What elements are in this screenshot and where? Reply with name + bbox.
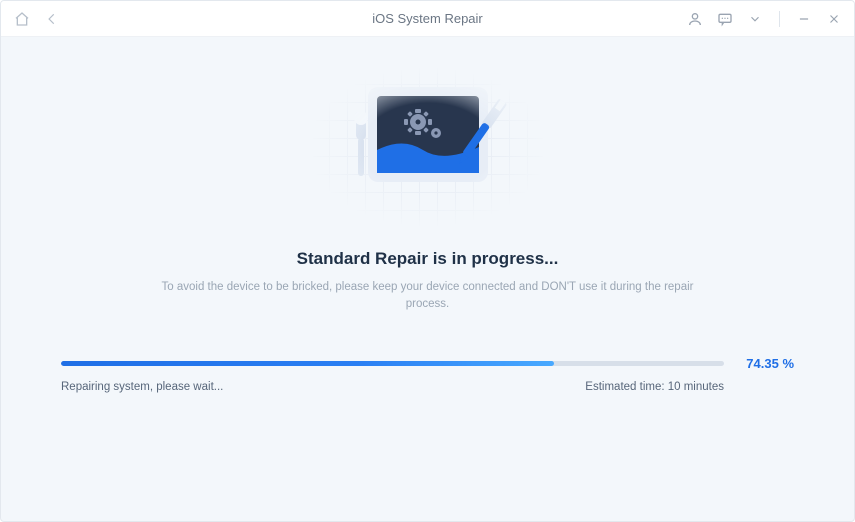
home-icon[interactable] [11, 8, 33, 30]
progress-bar [61, 361, 724, 366]
progress-section: 74.35 % Repairing system, please wait...… [61, 356, 794, 393]
progress-row: 74.35 % [61, 356, 794, 371]
repair-illustration [313, 67, 543, 227]
progress-meta: Repairing system, please wait... Estimat… [61, 381, 794, 393]
main-content: Standard Repair is in progress... To avo… [1, 37, 854, 521]
progress-status: Repairing system, please wait... [61, 381, 223, 393]
close-button[interactable] [824, 9, 844, 29]
progress-subtext: To avoid the device to be bricked, pleas… [148, 279, 708, 314]
progress-bar-fill [61, 361, 554, 366]
progress-percent: 74.35 % [738, 356, 794, 371]
account-icon[interactable] [685, 9, 705, 29]
progress-eta: Estimated time: 10 minutes [585, 381, 724, 393]
back-icon[interactable] [41, 8, 63, 30]
titlebar: iOS System Repair [1, 1, 854, 37]
titlebar-controls [685, 9, 844, 29]
minimize-button[interactable] [794, 9, 814, 29]
progress-heading: Standard Repair is in progress... [297, 249, 559, 269]
feedback-icon[interactable] [715, 9, 735, 29]
titlebar-separator [779, 11, 780, 27]
device-repair-icon [333, 77, 523, 217]
chevron-down-icon[interactable] [745, 9, 765, 29]
titlebar-nav [11, 8, 63, 30]
app-window: iOS System Repair [0, 0, 855, 522]
